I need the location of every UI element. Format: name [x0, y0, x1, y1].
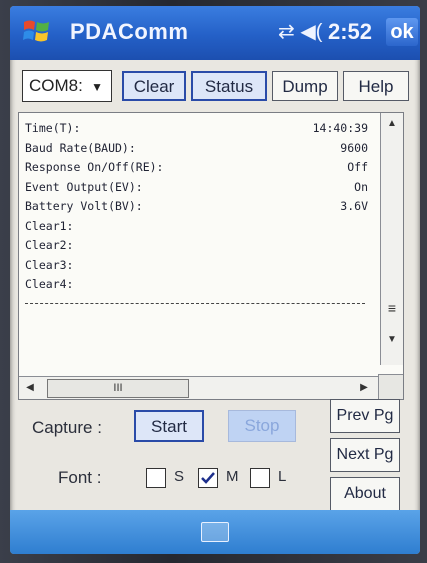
toolbar: COM8: ▼ Clear Status Dump Help [10, 64, 420, 108]
font-large-label: L [278, 468, 287, 485]
font-small-checkbox[interactable] [146, 468, 166, 488]
dropdown-arrow-icon: ▼ [91, 80, 103, 94]
scroll-left-icon[interactable]: ◀ [19, 377, 41, 399]
dump-button[interactable]: Dump [272, 71, 338, 101]
capture-label: Capture : [32, 418, 102, 437]
screen: PDAComm ⇄ ◀( 2:52 ok COM8: ▼ Clear Statu… [10, 6, 420, 554]
checkmark-icon [201, 472, 215, 484]
log-line: Response On/Off(RE): Off [25, 160, 368, 174]
log-text: Time(T): 14:40:39 Baud Rate(BAUD): 9600 Re… [25, 119, 370, 295]
log-line: Baud Rate(BAUD): 9600 [25, 140, 368, 155]
log-line: Clear3: [25, 257, 74, 272]
log-line: Battery Volt(BV): 3.6V [25, 199, 368, 213]
title-bar: PDAComm ⇄ ◀( 2:52 ok [10, 6, 420, 60]
clear-button[interactable]: Clear [122, 71, 186, 101]
log-output[interactable]: Time(T): 14:40:39 Baud Rate(BAUD): 9600 Re… [18, 112, 404, 400]
prev-page-button[interactable]: Prev Pg [330, 399, 400, 433]
vertical-scrollbar[interactable]: ▲ ≡ ▼ [380, 113, 403, 365]
port-select-value: COM8: [29, 76, 83, 95]
start-button[interactable]: Start [134, 410, 204, 442]
about-button[interactable]: About [330, 477, 400, 511]
clock[interactable]: 2:52 [328, 19, 372, 45]
font-medium-checkbox[interactable] [198, 468, 218, 488]
port-select[interactable]: COM8: ▼ [22, 70, 112, 102]
font-small-label: S [174, 468, 185, 485]
log-line: Time(T): 14:40:39 [25, 121, 368, 135]
log-line: Clear1: [25, 218, 74, 233]
log-line: Clear4: [25, 277, 74, 291]
font-medium-label: M [226, 468, 239, 485]
log-line: Clear2: [25, 238, 74, 252]
status-button[interactable]: Status [191, 71, 267, 101]
help-button[interactable]: Help [343, 71, 409, 101]
ok-button[interactable]: ok [386, 18, 418, 46]
scroll-up-icon[interactable]: ▲ [381, 113, 403, 135]
font-label: Font : [58, 468, 102, 487]
stop-button[interactable]: Stop [228, 410, 296, 442]
scroll-corner [378, 374, 403, 399]
horizontal-scrollbar[interactable]: ◀ III ▶ [19, 376, 381, 399]
separator-line [25, 303, 365, 305]
log-line: Event Output(EV): On [25, 179, 368, 194]
scroll-right-icon[interactable]: ▶ [353, 377, 375, 399]
scroll-thumb[interactable]: ≡ [383, 299, 401, 317]
next-page-button[interactable]: Next Pg [330, 438, 400, 472]
input-panel-bar [10, 510, 420, 554]
font-large-checkbox[interactable] [250, 468, 270, 488]
connectivity-icon[interactable]: ⇄ ◀( [278, 19, 322, 44]
app-title: PDAComm [70, 19, 189, 44]
scroll-down-icon[interactable]: ▼ [381, 329, 403, 351]
windows-start-icon[interactable] [22, 16, 52, 46]
device-frame: PDAComm ⇄ ◀( 2:52 ok COM8: ▼ Clear Statu… [0, 0, 427, 563]
horizontal-scroll-thumb[interactable]: III [47, 379, 189, 398]
keyboard-icon[interactable] [201, 522, 229, 542]
